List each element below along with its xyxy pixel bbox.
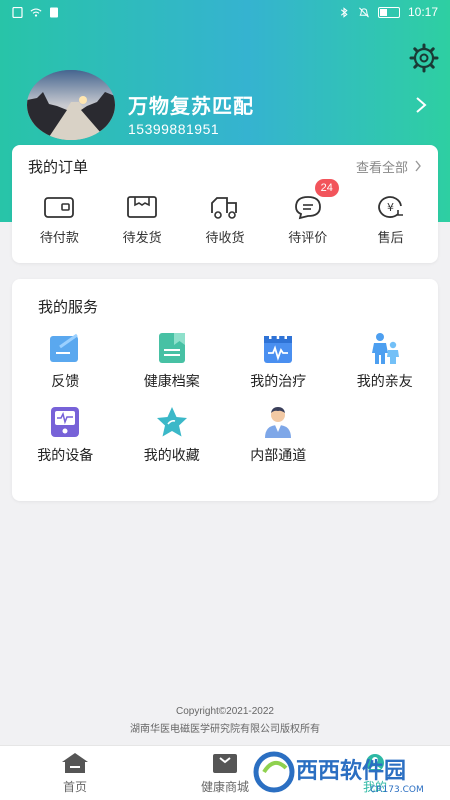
tab-home[interactable]: 首页	[0, 746, 150, 800]
orders-card: 我的订单 查看全部 待付款 待发货 待收货 24 待评价 ¥ 售后	[12, 145, 438, 263]
service-label: 反馈	[51, 373, 80, 389]
avatar[interactable]	[27, 70, 115, 140]
feedback-icon	[50, 333, 79, 362]
shopping-bag-icon	[213, 753, 237, 773]
health-record-icon	[158, 333, 185, 363]
chevron-right-icon	[415, 160, 421, 172]
order-pending-receipt[interactable]: 待收货	[184, 193, 266, 246]
order-label: 待评价	[288, 230, 328, 245]
order-pending-shipment[interactable]: 待发货	[101, 193, 183, 246]
user-name: 万物复苏匹配	[128, 96, 254, 118]
service-my-favorites[interactable]: 我的收藏	[119, 405, 226, 465]
order-after-sales[interactable]: ¥ 售后	[350, 193, 432, 246]
order-pending-review[interactable]: 24 待评价	[267, 179, 349, 246]
status-time: 10:17	[407, 5, 438, 19]
bluetooth-icon	[340, 6, 348, 18]
orders-title: 我的订单	[28, 158, 89, 176]
battery-icon	[377, 6, 400, 18]
order-pending-payment[interactable]: 待付款	[18, 193, 100, 246]
service-health-record[interactable]: 健康档案	[119, 331, 226, 391]
service-my-device[interactable]: 我的设备	[12, 405, 119, 465]
order-label: 待发货	[122, 230, 162, 245]
copyright-text: Copyright©2021-2022	[176, 706, 274, 717]
chat-bubble-icon	[294, 196, 321, 220]
device-icon	[51, 407, 80, 437]
sim-card-icon	[12, 6, 23, 18]
service-feedback[interactable]: 反馈	[12, 331, 119, 391]
gear-icon[interactable]	[408, 42, 440, 74]
status-bar: 10:17	[0, 0, 450, 24]
notification-icon	[50, 7, 58, 17]
home-icon	[62, 752, 88, 773]
watermark-text: 西西软件园	[296, 758, 406, 784]
package-icon	[127, 196, 158, 218]
tab-label: 健康商城	[200, 779, 249, 794]
svg-text:¥: ¥	[387, 201, 394, 214]
service-label: 我的收藏	[143, 447, 200, 463]
delivery-truck-icon	[211, 197, 237, 219]
yen-refund-icon: ¥	[377, 196, 403, 218]
service-my-family[interactable]: 我的亲友	[332, 331, 439, 391]
services-title: 我的服务	[38, 299, 99, 316]
star-icon	[156, 407, 187, 437]
order-label: 待付款	[39, 230, 79, 245]
service-label: 健康档案	[143, 373, 200, 389]
user-phone: 15399881951	[128, 121, 220, 137]
calendar-treatment-icon	[264, 333, 293, 363]
service-my-treatment[interactable]: 我的治疗	[225, 331, 332, 391]
watermark-logo: 西西软件园 CR173.COM	[253, 751, 424, 795]
company-ownership-text: 湖南华医电磁医学研究院有限公司版权所有	[130, 724, 320, 735]
service-label: 内部通道	[250, 447, 307, 463]
staff-icon	[265, 407, 292, 438]
wifi-icon	[30, 8, 42, 17]
chevron-right-icon[interactable]	[414, 96, 428, 114]
review-count-badge: 24	[314, 179, 339, 197]
tab-label: 首页	[62, 779, 87, 794]
view-all-label: 查看全部	[355, 159, 408, 175]
watermark-subtext: CR173.COM	[370, 785, 424, 795]
view-all-orders-link[interactable]: 查看全部	[356, 157, 422, 176]
service-label: 我的设备	[37, 447, 94, 463]
mute-icon	[359, 7, 369, 17]
family-icon	[371, 333, 399, 364]
wallet-icon	[44, 197, 75, 218]
service-label: 我的治疗	[250, 373, 307, 389]
service-internal-channel[interactable]: 内部通道	[225, 405, 332, 465]
service-label: 我的亲友	[356, 373, 413, 389]
order-label: 待收货	[205, 230, 245, 245]
order-label: 售后	[377, 230, 404, 245]
services-card: 我的服务 反馈 健康档案 我的治疗 我的亲友 我的设备 我的收藏 内部通道	[12, 279, 438, 501]
